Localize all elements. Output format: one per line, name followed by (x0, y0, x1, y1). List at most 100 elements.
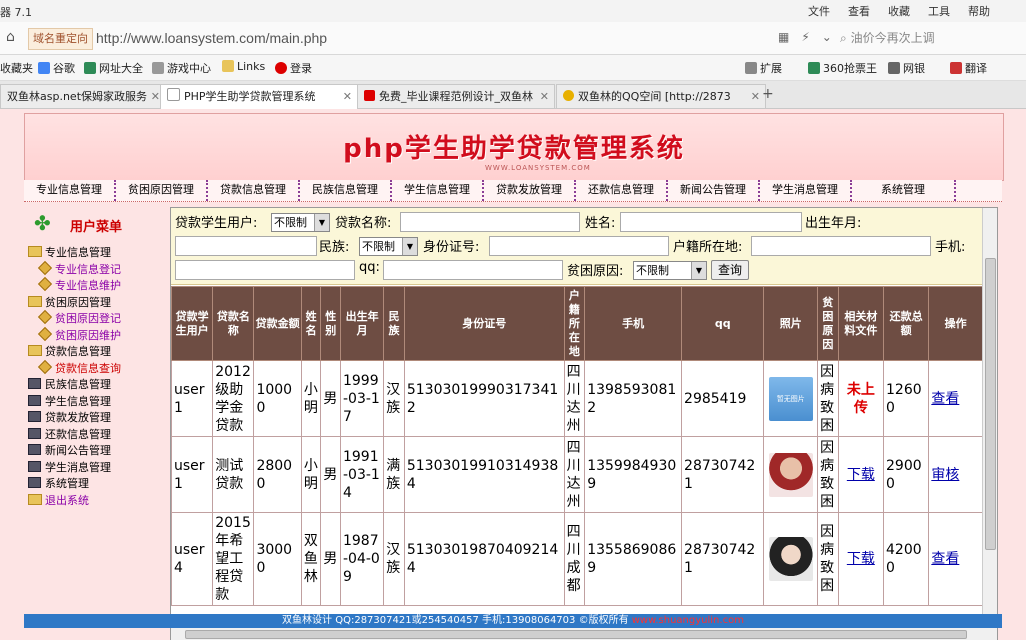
cell-nation: 汉族 (383, 360, 405, 437)
sidebar-item-nation[interactable]: 民族信息管理 (28, 377, 164, 394)
view-link[interactable]: 查看 (931, 391, 959, 407)
footer-site-link[interactable]: www.shuangyulin.com (632, 615, 744, 626)
close-icon[interactable]: ✕ (751, 85, 760, 108)
tab-housekeeping[interactable]: 双鱼林asp.net保姆家政服务 ✕ (0, 84, 166, 108)
url-field[interactable]: http://www.loansystem.com/main.php (96, 26, 736, 50)
tab-label: 双鱼林的QQ空间 [http://2873 (578, 90, 731, 103)
sidebar-item-repay[interactable]: 还款信息管理 (28, 427, 164, 444)
fav-item-extensions[interactable]: 扩展 (745, 60, 782, 76)
birth-input[interactable] (175, 236, 317, 256)
sidebar-item-major-add[interactable]: 专业信息登记 (28, 260, 164, 279)
sidebar-item-disburse[interactable]: 贷款发放管理 (28, 410, 164, 427)
scroll-thumb[interactable] (185, 630, 967, 639)
nation-label: 民族: (319, 240, 350, 255)
nav-major[interactable]: 专业信息管理 (24, 180, 116, 201)
download-link[interactable]: 下载 (847, 551, 875, 567)
sidebar-item-label: 专业信息登记 (55, 262, 121, 276)
sidebar-item-major-maintain[interactable]: 专业信息维护 (28, 276, 164, 295)
nav-poverty[interactable]: 贫困原因管理 (116, 180, 208, 201)
nav-repay[interactable]: 还款信息管理 (576, 180, 668, 201)
fav-item-directory[interactable]: 网址大全 (84, 60, 143, 76)
close-icon[interactable]: ✕ (151, 85, 160, 108)
reason-select[interactable]: 不限制 ▼ (633, 261, 707, 280)
sidebar-item-label: 学生信息管理 (45, 394, 111, 408)
menu-help[interactable]: 帮助 (968, 3, 990, 19)
menu-tools[interactable]: 工具 (928, 3, 950, 19)
sidebar-item-poverty-maintain[interactable]: 贫困原因维护 (28, 326, 164, 345)
address-tools: ▦ ⚡ ⌄ (778, 30, 832, 44)
banner-title: php学生助学贷款管理系统 (343, 134, 685, 164)
menu-favorites[interactable]: 收藏 (888, 3, 910, 19)
chevron-down-icon[interactable]: ⌄ (822, 30, 832, 44)
nav-nation[interactable]: 民族信息管理 (300, 180, 392, 201)
clover-icon: ✤ (34, 211, 51, 235)
origin-label: 户籍所在地: (673, 240, 743, 255)
books-icon (28, 411, 41, 422)
nav-disburse[interactable]: 贷款发放管理 (484, 180, 576, 201)
horizontal-scrollbar[interactable] (171, 627, 983, 640)
sidebar-item-student[interactable]: 学生信息管理 (28, 394, 164, 411)
origin-input[interactable] (751, 236, 931, 256)
nav-loan[interactable]: 贷款信息管理 (208, 180, 300, 201)
view-link[interactable]: 查看 (931, 551, 959, 567)
query-button[interactable]: 查询 (711, 260, 750, 280)
home-icon[interactable]: ⌂ (6, 29, 15, 45)
tab-loan-system[interactable]: PHP学生助学贷款管理系统 ✕ (160, 84, 358, 109)
banner-subtitle: WWW.LOANSYSTEM.COM (485, 164, 591, 172)
menu-view[interactable]: 查看 (848, 3, 870, 19)
nav-news[interactable]: 新闻公告管理 (668, 180, 760, 201)
tab-course-design[interactable]: 免费_毕业课程范例设计_双鱼林 ✕ (357, 84, 555, 108)
fav-item-tickets[interactable]: 360抢票王 (808, 60, 877, 76)
sidebar-item-message[interactable]: 学生消息管理 (28, 460, 164, 477)
vertical-scrollbar[interactable] (982, 208, 997, 640)
fav-item-translate[interactable]: 翻译 (950, 60, 987, 76)
cell-file: 未上传 (837, 360, 885, 437)
sidebar-item-poverty-add[interactable]: 贫困原因登记 (28, 309, 164, 328)
redirect-badge[interactable]: 域名重定向 (28, 28, 93, 50)
fav-item-bank[interactable]: 网银 (888, 60, 925, 76)
cell-repay: 29000 (882, 436, 930, 513)
review-link[interactable]: 审核 (931, 467, 959, 483)
nav-student[interactable]: 学生信息管理 (392, 180, 484, 201)
scroll-thumb[interactable] (985, 258, 996, 550)
fav-item-favorites[interactable]: 收藏夹 (0, 60, 33, 76)
student-photo: 暂无图片 (768, 376, 813, 421)
cell-birth: 1999-03-17 (339, 360, 385, 437)
new-tab-button[interactable]: + (762, 86, 774, 102)
nation-select[interactable]: 不限制 ▼ (359, 237, 418, 256)
sidebar-item-loan-query[interactable]: 贷款信息查询 (28, 359, 164, 378)
browser-titlebar: 器 7.1 文件 查看 收藏 工具 帮助 (0, 0, 1026, 23)
phone-input[interactable] (175, 260, 355, 280)
download-link[interactable]: 下载 (847, 467, 875, 483)
fav-item-games[interactable]: 游戏中心 (152, 60, 211, 76)
fav-item-links[interactable]: Links (222, 60, 265, 73)
fav-label: 游戏中心 (167, 62, 211, 75)
search-box[interactable]: ⌕ 油价今再次上调 (840, 27, 1020, 49)
loan-name-input[interactable] (400, 212, 580, 232)
sidebar-item-system[interactable]: 系统管理 (28, 476, 164, 493)
select-value: 不限制 (274, 216, 307, 229)
fav-item-google[interactable]: 谷歌 (38, 60, 75, 76)
table-row: user1 测试贷款 28000 小明 男 1991-03-14 满族 5130… (171, 436, 983, 513)
qq-input[interactable] (383, 260, 563, 280)
sidebar-item-news[interactable]: 新闻公告管理 (28, 443, 164, 460)
sidebar-item-poverty[interactable]: 贫困原因管理 (28, 295, 164, 312)
close-icon[interactable]: ✕ (343, 85, 352, 108)
loan-user-select[interactable]: 不限制 ▼ (271, 213, 330, 232)
speed-icon[interactable]: ⚡ (801, 30, 809, 44)
nav-system[interactable]: 系统管理 (852, 180, 956, 201)
sidebar-item-label: 专业信息管理 (45, 246, 111, 259)
idcard-input[interactable] (489, 236, 669, 256)
sidebar-item-major[interactable]: 专业信息管理 (28, 245, 164, 262)
close-icon[interactable]: ✕ (540, 85, 549, 108)
compat-icon[interactable]: ▦ (778, 30, 789, 44)
col-header: 贫困原因 (817, 286, 839, 361)
sidebar-item-loan[interactable]: 贷款信息管理 (28, 344, 164, 361)
nav-message[interactable]: 学生消息管理 (760, 180, 852, 201)
fav-label: 360抢票王 (823, 62, 877, 75)
tab-qq-space[interactable]: 双鱼林的QQ空间 [http://2873 ✕ (556, 84, 766, 108)
name-input[interactable] (620, 212, 802, 232)
sidebar-item-logout[interactable]: 退出系统 (28, 493, 164, 510)
menu-file[interactable]: 文件 (808, 3, 830, 19)
fav-item-login[interactable]: 登录 (275, 60, 312, 76)
